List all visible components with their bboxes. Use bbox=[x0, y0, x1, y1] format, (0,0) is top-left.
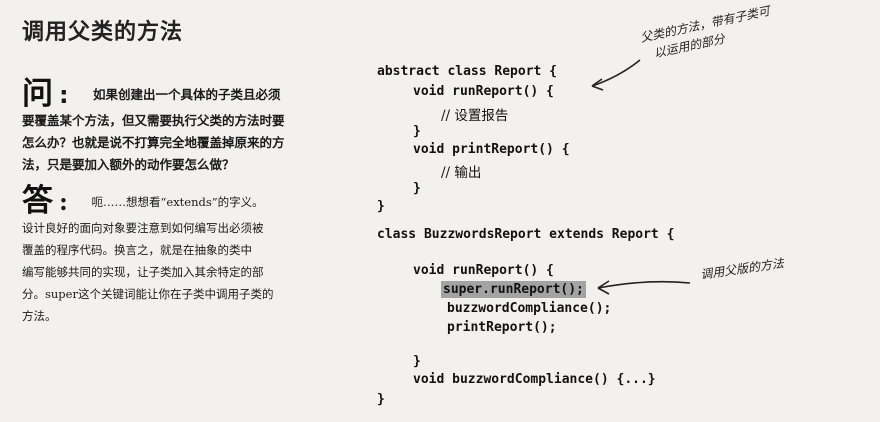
arrow-to-super-call-icon bbox=[597, 280, 691, 289]
annotation-arrows bbox=[591, 59, 691, 295]
book-page: 调用父类的方法 问: 如果创建出一个具体的子类且必须 要覆盖某个方法，但又需要执… bbox=[0, 0, 880, 422]
arrow-to-run-report-icon bbox=[591, 59, 641, 87]
